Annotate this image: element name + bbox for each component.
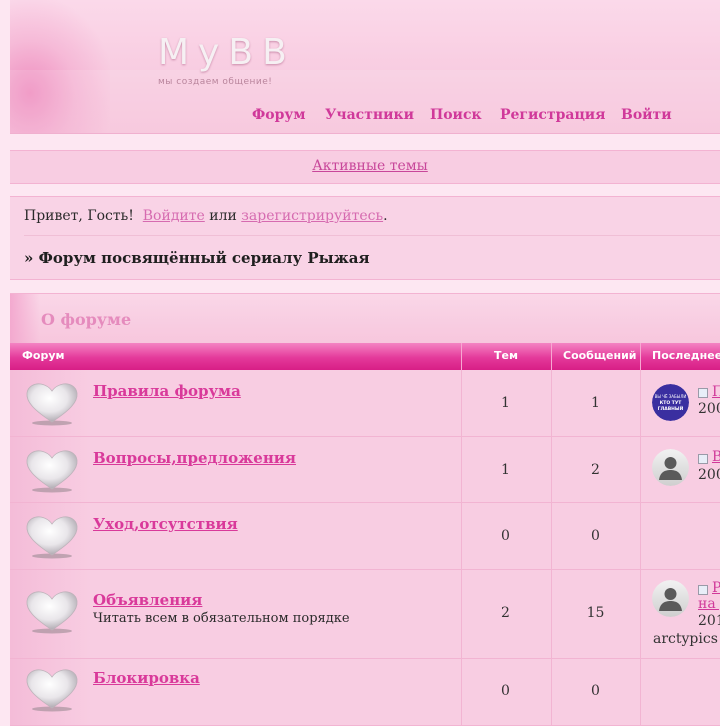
forum-row[interactable]: Блокировка 0 0: [10, 659, 720, 726]
svg-text:КТО ТУТ: КТО ТУТ: [660, 400, 683, 406]
greeting-panel: Привет, Гость! Войдите или зарегистрируй…: [10, 196, 720, 280]
header-strip: [10, 70, 720, 133]
greeting-hello: Привет, Гость!: [24, 208, 134, 224]
heart-icon: [26, 383, 78, 426]
forum-title-link[interactable]: Уход,отсутствия: [93, 515, 238, 533]
category-title: О форуме: [41, 310, 132, 329]
heart-icon: [26, 669, 78, 712]
column-last-post: Последнее: [652, 349, 720, 362]
topics-count: 1: [501, 462, 510, 478]
login-link[interactable]: Войдите: [143, 208, 205, 224]
last-post-link[interactable]: Р: [712, 580, 720, 596]
nav-login[interactable]: Войти: [621, 107, 672, 123]
category-glow: [10, 294, 40, 344]
forum-title-link[interactable]: Блокировка: [93, 669, 200, 687]
column-forum: Форум: [22, 349, 65, 362]
heart-icon: [26, 516, 78, 559]
last-post-date: 200: [698, 401, 720, 417]
column-divider: [640, 659, 641, 725]
last-poster-avatar[interactable]: [652, 449, 689, 486]
topics-count: 1: [501, 395, 510, 411]
forum-title-link[interactable]: Объявления: [93, 591, 202, 609]
posts-count: 2: [591, 462, 600, 478]
greeting-period: .: [383, 208, 388, 224]
last-post-icon: [698, 388, 708, 398]
posts-count: 0: [591, 683, 600, 699]
posts-count: 15: [586, 605, 605, 621]
forum-row[interactable]: Объявления Читать всем в обязательном по…: [10, 570, 720, 659]
active-topics-link[interactable]: Активные темы: [10, 158, 720, 174]
site-logo[interactable]: MyBB: [158, 32, 296, 73]
column-topics: Тем: [494, 349, 518, 362]
last-poster-avatar[interactable]: ВЫ ЧЁ ЗАБЫЛИ КТО ТУТ ГЛАВНЫЙ: [652, 384, 689, 421]
last-poster-avatar[interactable]: [652, 580, 689, 617]
topics-count: 0: [501, 683, 510, 699]
category-header: О форуме: [10, 293, 720, 344]
forum-description: Читать всем в обязательном порядке: [93, 611, 350, 626]
svg-text:ВЫ ЧЁ ЗАБЫЛИ: ВЫ ЧЁ ЗАБЫЛИ: [655, 394, 687, 399]
table-header: Форум Тем Сообщений Последнее: [10, 343, 720, 370]
last-post-link-continued[interactable]: на д: [698, 596, 720, 612]
column-posts: Сообщений: [563, 349, 637, 362]
active-topics-bar: Активные темы: [10, 150, 720, 184]
forum-row[interactable]: Вопросы,предложения 1 2 В 200: [10, 437, 720, 503]
forum-title-link[interactable]: Правила форума: [93, 382, 241, 400]
last-post-icon: [698, 585, 708, 595]
forum-title-link[interactable]: Вопросы,предложения: [93, 449, 296, 467]
column-divider: [640, 503, 641, 569]
last-post-date: 200: [698, 467, 720, 483]
greeting-line: Привет, Гость! Войдите или зарегистрируй…: [24, 208, 388, 224]
posts-count: 0: [591, 528, 600, 544]
last-post-icon: [698, 454, 708, 464]
column-divider: [640, 437, 641, 502]
posts-count: 1: [591, 395, 600, 411]
column-divider: [640, 570, 641, 658]
forum-row[interactable]: Правила форума 1 1 ВЫ ЧЁ ЗАБЫЛИ КТО ТУТ …: [10, 370, 720, 437]
column-divider: [640, 343, 641, 370]
register-link[interactable]: зарегистрируйтесь: [241, 208, 383, 224]
topics-count: 2: [501, 605, 510, 621]
nav-members[interactable]: Участники: [325, 107, 414, 123]
last-post-link[interactable]: П: [712, 384, 720, 400]
column-divider: [640, 370, 641, 436]
greeting-divider: [24, 235, 720, 236]
heart-icon: [26, 591, 78, 634]
topics-count: 0: [501, 528, 510, 544]
last-post-link[interactable]: В: [712, 449, 720, 465]
site-slogan: мы создаем общение!: [158, 77, 273, 87]
heart-icon: [26, 450, 78, 493]
breadcrumb: » Форум посвящённый сериалу Рыжая: [24, 249, 370, 267]
nav-register[interactable]: Регистрация: [500, 107, 606, 123]
column-divider: [551, 343, 552, 370]
site-header: MyBB мы создаем общение! Форум Участники…: [10, 0, 720, 134]
forum-row[interactable]: Уход,отсутствия 0 0: [10, 503, 720, 570]
greeting-or: или: [209, 208, 237, 224]
nav-search[interactable]: Поиск: [430, 107, 482, 123]
nav-forum[interactable]: Форум: [252, 107, 306, 123]
last-post-date: 201: [698, 613, 720, 629]
column-divider: [461, 343, 462, 370]
last-post-author[interactable]: arctypics: [653, 631, 718, 647]
